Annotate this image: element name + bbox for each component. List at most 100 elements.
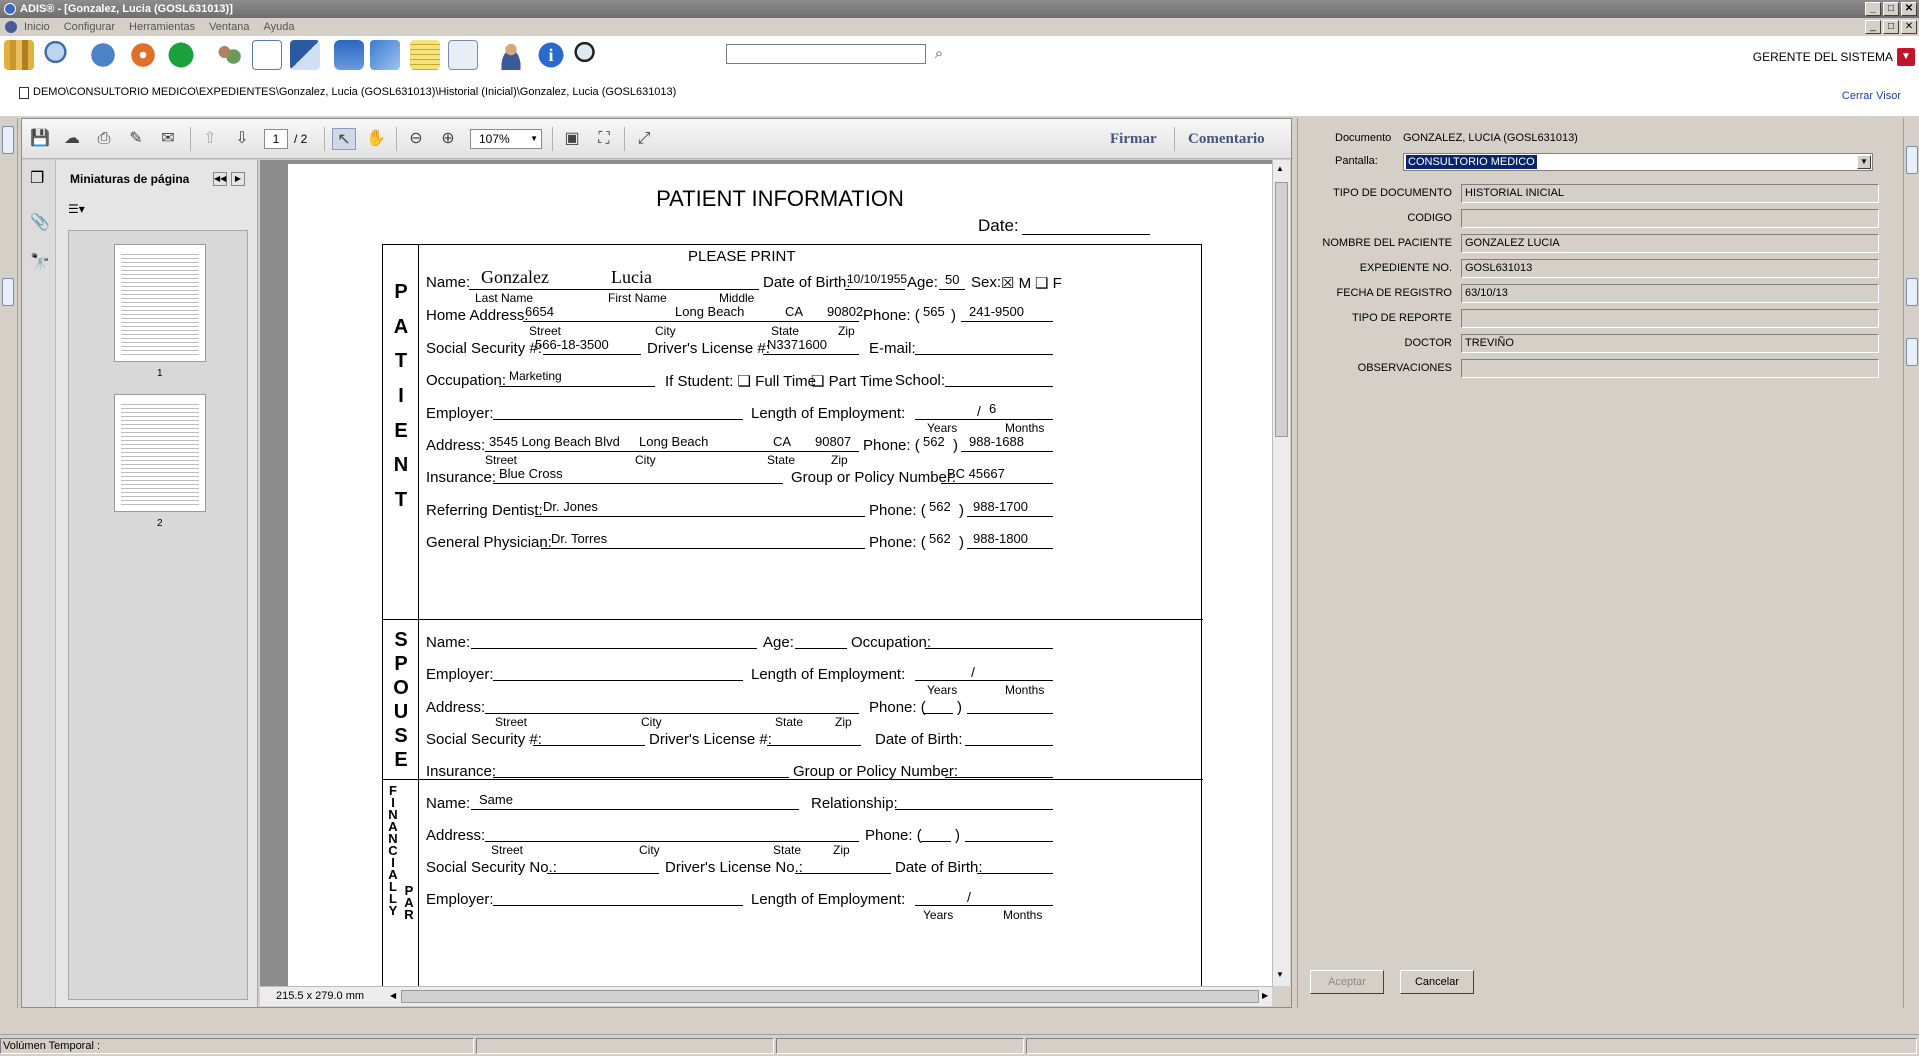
right-dock-tab-middle[interactable] [1906, 278, 1918, 306]
zoom-select[interactable]: 107% ▼ [470, 129, 542, 149]
thumbnail-page-2[interactable] [114, 394, 206, 512]
doctor-field[interactable]: TREVIÑO [1461, 334, 1879, 353]
tipo-documento-field[interactable]: HISTORIAL INICIAL [1461, 184, 1879, 203]
user-menu-chevron-icon[interactable]: ▼ [1897, 48, 1915, 66]
next-page-icon[interactable]: ⇩ [230, 128, 254, 150]
close-viewer-link[interactable]: Cerrar Visor [1842, 90, 1901, 102]
patient-dob[interactable]: 10/10/1955 [847, 272, 907, 286]
physician-phone-area[interactable]: 562 [929, 531, 951, 546]
sex-male-checkbox[interactable]: ☒ M [1001, 274, 1031, 292]
collapse-panel-icon[interactable]: ◀◀ [213, 172, 227, 186]
fecha-registro-field[interactable]: 63/10/13 [1461, 284, 1879, 303]
pantalla-chevron-down-icon[interactable]: ▼ [1857, 155, 1871, 169]
scroll-right-icon[interactable]: ▶ [1262, 991, 1268, 1000]
fit-width-icon[interactable]: ⛶ [592, 128, 616, 150]
print-icon[interactable]: ⎙ [92, 128, 116, 150]
physician-phone[interactable]: 988-1800 [973, 531, 1028, 546]
patient-ssn[interactable]: 566-18-3500 [535, 337, 609, 352]
financial-name[interactable]: Same [479, 792, 513, 807]
window-icon[interactable] [448, 40, 478, 70]
fit-page-icon[interactable]: ▣ [560, 128, 584, 150]
accept-button[interactable]: Aceptar [1310, 970, 1384, 994]
scroll-down-icon[interactable]: ▼ [1276, 970, 1284, 979]
menu-ventana[interactable]: Ventana [209, 18, 249, 36]
home-phone[interactable]: 241-9500 [969, 304, 1024, 319]
people-icon[interactable] [214, 40, 244, 70]
attachment-icon[interactable]: 📎 [30, 212, 50, 232]
referring-dentist[interactable]: Dr. Jones [543, 499, 598, 514]
vertical-scrollbar[interactable]: ▲ ▼ [1272, 160, 1290, 986]
patient-insurance[interactable]: Blue Cross [499, 466, 563, 481]
disc-icon[interactable] [128, 40, 158, 70]
dentist-phone[interactable]: 988-1700 [973, 499, 1028, 514]
expediente-field[interactable]: GOSL631013 [1461, 259, 1879, 278]
menu-herramientas[interactable]: Herramientas [129, 18, 195, 36]
info-icon[interactable]: i [536, 40, 566, 70]
document-window-icon[interactable] [5, 21, 17, 33]
patient-group-number[interactable]: BC 45667 [947, 466, 1005, 481]
chart-icon[interactable] [290, 40, 320, 70]
home-phone-area[interactable]: 565 [923, 304, 945, 319]
employment-months[interactable]: 6 [989, 401, 996, 416]
home-zip[interactable]: 90802 [827, 304, 863, 319]
previous-page-icon[interactable]: ⇧ [198, 128, 222, 150]
notes-icon[interactable] [410, 40, 440, 70]
employer-zip[interactable]: 90807 [815, 434, 851, 449]
map-icon[interactable] [370, 40, 400, 70]
employer-phone[interactable]: 988-1688 [969, 434, 1024, 449]
find-icon[interactable]: 🔭 [30, 252, 50, 272]
employer-state[interactable]: CA [773, 434, 791, 449]
mdi-restore-button[interactable]: □ [1883, 20, 1899, 34]
horizontal-scrollbar[interactable]: 215.5 x 279.0 mm ◀ ▶ [260, 986, 1272, 1006]
cancel-button[interactable]: Cancelar [1400, 970, 1474, 994]
thumb-options-icon[interactable]: ☰▾ [68, 202, 85, 216]
home-street[interactable]: 6654 [525, 304, 554, 319]
edit-icon[interactable]: ✎ [124, 128, 148, 150]
codigo-field[interactable] [1461, 209, 1879, 228]
sign-button[interactable]: Firmar [1110, 131, 1157, 148]
pages-icon[interactable]: ❐ [30, 168, 44, 188]
dentist-phone-area[interactable]: 562 [929, 499, 951, 514]
fullscreen-icon[interactable]: ⤢ [632, 128, 656, 150]
expand-panel-icon[interactable]: ▶ [231, 172, 245, 186]
scroll-left-icon[interactable]: ◀ [390, 991, 396, 1000]
patient-card-icon[interactable] [252, 40, 282, 70]
save-icon[interactable]: 💾 [28, 128, 52, 150]
part-time-checkbox[interactable]: ❑ Part Time [811, 372, 893, 390]
library-icon[interactable] [4, 40, 34, 70]
upload-icon[interactable]: ☁ [60, 128, 84, 150]
search-go-icon[interactable]: ⌕ [929, 44, 949, 64]
menu-configurar[interactable]: Configurar [64, 18, 115, 36]
patient-age[interactable]: 50 [945, 272, 959, 287]
hand-tool-icon[interactable]: ✋ [364, 128, 388, 150]
tipo-reporte-field[interactable] [1461, 309, 1879, 328]
minimize-button[interactable]: _ [1865, 2, 1881, 16]
right-dock-tab-top[interactable] [1906, 146, 1918, 174]
book-icon[interactable] [334, 40, 364, 70]
document-page-area[interactable]: PATIENT INFORMATION Date: P A T I E N T … [260, 160, 1272, 986]
patient-first-name[interactable]: Lucia [611, 267, 652, 288]
select-tool-icon[interactable]: ↖ [332, 128, 356, 150]
pantalla-select[interactable]: CONSULTORIO MEDICO ▼ [1403, 153, 1873, 171]
search-icon[interactable] [42, 40, 72, 70]
patient-occupation[interactable]: Marketing [509, 369, 562, 383]
scroll-thumb[interactable] [1275, 182, 1288, 437]
dock-tab-top[interactable] [2, 126, 14, 154]
menu-ayuda[interactable]: Ayuda [263, 18, 294, 36]
zoom-out-icon[interactable]: ⊖ [404, 128, 428, 150]
zoom-icon[interactable] [572, 40, 602, 70]
user-icon[interactable] [496, 40, 526, 70]
sex-female-checkbox[interactable]: ❑ F [1035, 274, 1062, 292]
scroll-up-icon[interactable]: ▲ [1276, 164, 1284, 173]
zoom-in-icon[interactable]: ⊕ [436, 128, 460, 150]
employer-street[interactable]: 3545 Long Beach Blvd [489, 434, 620, 449]
employer-phone-area[interactable]: 562 [923, 434, 945, 449]
general-physician[interactable]: Dr. Torres [551, 531, 607, 546]
mail-icon[interactable]: ✉ [156, 128, 180, 150]
employer-city[interactable]: Long Beach [639, 434, 708, 449]
thumbnail-page-1[interactable] [114, 244, 206, 362]
home-state[interactable]: CA [785, 304, 803, 319]
play-icon[interactable] [166, 40, 196, 70]
mdi-close-button[interactable]: ✕ [1901, 20, 1917, 34]
page-number-input[interactable]: 1 [264, 129, 288, 149]
